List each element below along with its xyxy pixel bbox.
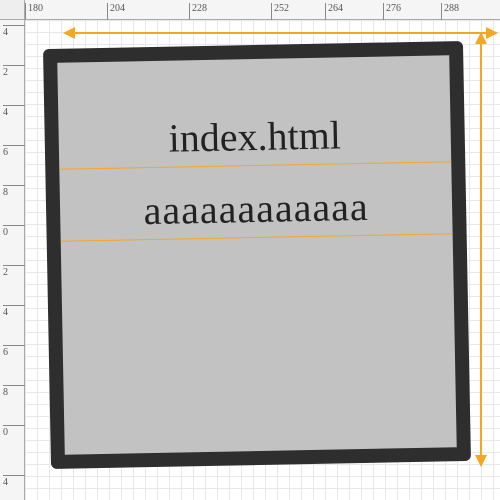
ruler-tick: 4 [3, 105, 25, 118]
ruler-tick: 0 [3, 425, 25, 438]
ruler-corner [0, 0, 25, 20]
text-line-2[interactable]: aaaaaaaaaaaa [60, 181, 453, 236]
ruler-tick: 204 [107, 3, 125, 20]
ruler-tick: 264 [325, 3, 343, 20]
text-line-1[interactable]: index.html [58, 109, 451, 164]
ruler-tick: 228 [189, 3, 207, 20]
ruler-tick: 288 [441, 3, 459, 20]
ruler-tick: 2 [3, 65, 25, 78]
ruler-tick: 4 [3, 305, 25, 318]
ruler-tick: 4 [3, 25, 25, 38]
vertical-measure-arrow[interactable] [480, 42, 482, 457]
ruler-tick: 6 [3, 345, 25, 358]
ruler-tick: 180 [25, 3, 43, 20]
rectangle-fill [43, 41, 471, 469]
ruler-tick: 4 [3, 475, 25, 488]
ruler-tick: 0 [3, 225, 25, 238]
ruler-horizontal: 180 204 228 252 264 276 288 [25, 0, 500, 20]
ruler-tick: 8 [3, 185, 25, 198]
horizontal-measure-arrow[interactable] [73, 32, 488, 34]
ruler-tick: 2 [3, 265, 25, 278]
ruler-tick: 276 [383, 3, 401, 20]
ruler-tick: 252 [271, 3, 289, 20]
ruler-tick: 8 [3, 385, 25, 398]
rectangle-shape[interactable]: index.html aaaaaaaaaaaa [43, 41, 471, 469]
ruler-tick: 6 [3, 145, 25, 158]
ruler-vertical: 4 2 4 6 8 0 2 4 6 8 0 4 [0, 20, 25, 500]
drawing-canvas[interactable]: index.html aaaaaaaaaaaa [25, 20, 500, 500]
